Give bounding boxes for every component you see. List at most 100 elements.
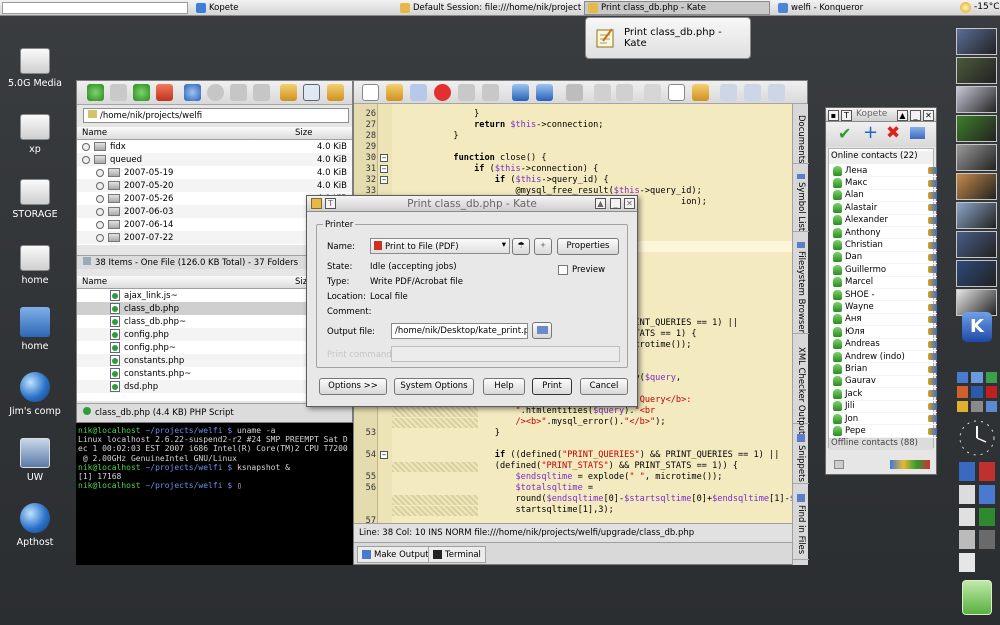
tray-icon[interactable] <box>985 372 997 384</box>
stop-icon[interactable] <box>207 84 224 101</box>
printer-icon[interactable] <box>959 553 975 572</box>
desktop-thumbnail[interactable] <box>956 28 997 55</box>
expand-icon[interactable] <box>82 155 90 164</box>
contact-item[interactable]: Alexander <box>833 215 937 227</box>
back-icon[interactable] <box>458 84 475 101</box>
fold-toggle-icon[interactable]: − <box>380 176 388 184</box>
tree-row[interactable]: queued 4.0 KiB <box>77 153 352 166</box>
taskbar-search-field[interactable] <box>2 2 188 14</box>
terminal-pane[interactable]: nik@localhost ~/projects/welfi $ uname -… <box>76 423 353 565</box>
group-icon[interactable] <box>910 127 925 139</box>
print-button[interactable]: Print <box>532 378 572 395</box>
contact-item[interactable]: Jili <box>833 401 937 413</box>
up-icon[interactable] <box>133 84 150 101</box>
fold-toggle-icon[interactable]: − <box>380 165 388 173</box>
detail-view-icon[interactable] <box>303 84 320 101</box>
contact-item[interactable]: Andreas <box>833 339 937 351</box>
cancel-button[interactable]: Cancel <box>580 378 628 395</box>
desktop-thumbnail[interactable] <box>956 86 997 113</box>
contact-item[interactable]: Anthony <box>833 227 937 240</box>
online-contacts-header[interactable]: Online contacts (22) <box>829 151 933 164</box>
contact-item[interactable]: Юля <box>833 326 937 339</box>
desktop-thumbnail[interactable] <box>956 115 997 142</box>
preview-checkbox[interactable] <box>558 265 568 275</box>
contact-item[interactable]: Аня <box>833 314 937 327</box>
tab-make-output[interactable]: Make Output <box>357 546 434 563</box>
minimize-icon[interactable]: _ <box>910 110 921 121</box>
tree-row[interactable]: 2007-05-19 4.0 KiB <box>77 166 352 179</box>
status-online-icon[interactable]: ✔ <box>838 125 851 143</box>
side-tab-xml-checker-output[interactable]: XML Checker Output <box>793 340 809 434</box>
task-welfi-konqueror[interactable]: welfi - Konqueror <box>775 1 950 15</box>
side-tab-find-in-files[interactable]: Find in Files <box>793 490 809 560</box>
zoom-out-icon[interactable] <box>253 84 270 101</box>
side-tab-symbol-list[interactable]: Symbol List <box>793 170 809 232</box>
volume-icon[interactable] <box>959 507 975 527</box>
contact-item[interactable]: Wayne <box>833 301 937 314</box>
new-file-icon[interactable] <box>362 84 379 101</box>
contact-item[interactable]: Dan <box>833 252 937 265</box>
expand-icon[interactable] <box>96 233 104 242</box>
message-icon[interactable] <box>834 460 844 469</box>
side-tab-filesystem-browser[interactable]: Filesystem Browser <box>793 238 809 334</box>
desktop-icon-uw[interactable]: UW <box>6 438 64 483</box>
redo-icon[interactable] <box>616 84 633 101</box>
desktop-icon-media[interactable]: 5.0G Media <box>6 44 64 89</box>
contact-item[interactable]: Макс <box>833 177 937 190</box>
help-icon[interactable]: T <box>841 110 852 121</box>
column-size[interactable]: Size <box>295 128 312 138</box>
options-button[interactable]: Options >> <box>319 378 387 395</box>
side-tab-snippets[interactable]: Snippets <box>793 430 809 484</box>
tree-row[interactable]: 2007-05-20 4.0 KiB <box>77 179 352 192</box>
browse-folder-icon[interactable] <box>532 322 552 339</box>
battery-icon[interactable] <box>979 507 995 527</box>
home-icon[interactable] <box>156 84 173 101</box>
expand-icon[interactable] <box>96 220 104 229</box>
add-contact-icon[interactable]: + <box>863 123 878 143</box>
minimize-icon[interactable]: _ <box>610 198 621 209</box>
reload-icon[interactable] <box>184 84 201 101</box>
tray-icon[interactable] <box>971 372 983 384</box>
sticky-icon[interactable]: ▲ <box>897 110 908 121</box>
contact-item[interactable]: Лена <box>833 165 937 178</box>
replace-icon[interactable] <box>768 84 785 101</box>
cut-icon[interactable] <box>644 84 661 101</box>
desktop-thumbnail[interactable] <box>956 144 997 171</box>
desktop-thumbnail[interactable] <box>956 57 997 84</box>
contact-item[interactable]: SHOE - <box>833 289 937 302</box>
undo-icon[interactable] <box>594 84 611 101</box>
task-print-class-db[interactable]: Print class_db.php - Kate <box>584 1 770 15</box>
desktop-icon-xp[interactable]: xp <box>6 110 64 155</box>
desktop-icon-storage[interactable]: STORAGE <box>6 175 64 220</box>
contact-item[interactable]: Alastair <box>833 202 937 215</box>
desktop-thumbnail[interactable] <box>956 260 997 287</box>
zoom-in-icon[interactable] <box>230 84 247 101</box>
save-all-icon[interactable] <box>536 84 553 101</box>
column-name[interactable]: Name <box>82 277 107 287</box>
close-icon[interactable]: ✕ <box>923 110 934 121</box>
tray-icon[interactable] <box>959 484 975 504</box>
contact-item[interactable]: Jon <box>833 413 937 426</box>
desktop-thumbnail[interactable] <box>956 231 997 258</box>
contact-item[interactable]: Brian <box>833 363 937 376</box>
save-as-icon[interactable] <box>512 84 529 101</box>
contact-item[interactable]: Guillermo <box>833 264 937 277</box>
desktop-icon-home-folder[interactable]: home <box>6 307 64 352</box>
tree-view-icon[interactable] <box>327 84 344 101</box>
offline-contacts-header[interactable]: Offline contacts (88) <box>829 438 933 450</box>
sticky-icon[interactable]: ▲ <box>595 198 606 209</box>
contact-item[interactable]: Andrew (indo) <box>833 351 937 364</box>
copy-icon[interactable] <box>668 84 685 101</box>
tray-icon[interactable] <box>957 372 969 384</box>
fold-toggle-icon[interactable]: − <box>380 451 388 459</box>
desktop-icon-apthost[interactable]: Apthost <box>6 503 64 548</box>
close-icon[interactable]: ✕ <box>624 198 635 209</box>
desktop-icon-jims-comp[interactable]: Jim's comp <box>6 372 64 417</box>
expand-icon[interactable] <box>96 181 104 190</box>
output-file-field[interactable]: /home/nik/Desktop/kate_print.pdf <box>391 323 528 339</box>
protocol-icons[interactable] <box>890 460 930 469</box>
tray-icon[interactable] <box>985 400 997 412</box>
kde-menu-icon[interactable]: K <box>962 312 992 342</box>
paste-icon[interactable] <box>692 84 709 101</box>
tray-icon[interactable] <box>979 484 995 504</box>
